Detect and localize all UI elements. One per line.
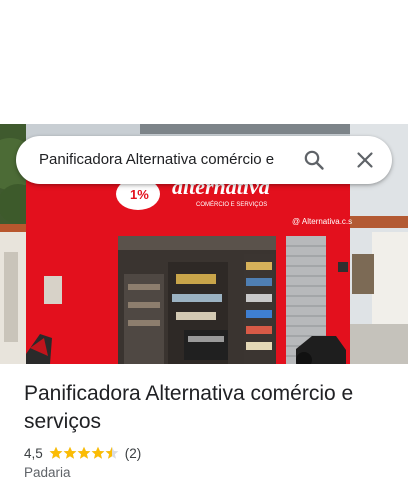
search-input[interactable]: Panificadora Alternativa comércio e bbox=[39, 150, 301, 170]
close-icon bbox=[357, 152, 373, 168]
search-bar[interactable]: Panificadora Alternativa comércio e bbox=[16, 136, 392, 184]
star-icon bbox=[49, 446, 63, 459]
sign-instagram-text: @ Alternativa.c.s bbox=[292, 217, 352, 226]
star-icon bbox=[91, 446, 105, 459]
star-icon bbox=[77, 446, 91, 459]
sign-logo-mark: 1% bbox=[130, 187, 149, 202]
search-icon bbox=[304, 150, 324, 170]
rating-stars bbox=[49, 446, 119, 460]
star-icon bbox=[63, 446, 77, 459]
rating-value: 4,5 bbox=[24, 445, 43, 461]
sign-subtitle-text: COMÉRCIO E SERVIÇOS bbox=[196, 201, 267, 208]
review-count[interactable]: (2) bbox=[125, 446, 142, 461]
rating-row[interactable]: 4,5 (2) bbox=[24, 444, 141, 462]
clear-search-button[interactable] bbox=[353, 148, 377, 172]
top-blank-area bbox=[0, 0, 408, 124]
place-category: Padaria bbox=[24, 465, 71, 480]
star-icon bbox=[105, 446, 119, 459]
place-info-panel: Panificadora Alternativa comércio e serv… bbox=[0, 364, 408, 488]
search-button[interactable] bbox=[302, 148, 326, 172]
place-title[interactable]: Panificadora Alternativa comércio e serv… bbox=[24, 380, 394, 436]
